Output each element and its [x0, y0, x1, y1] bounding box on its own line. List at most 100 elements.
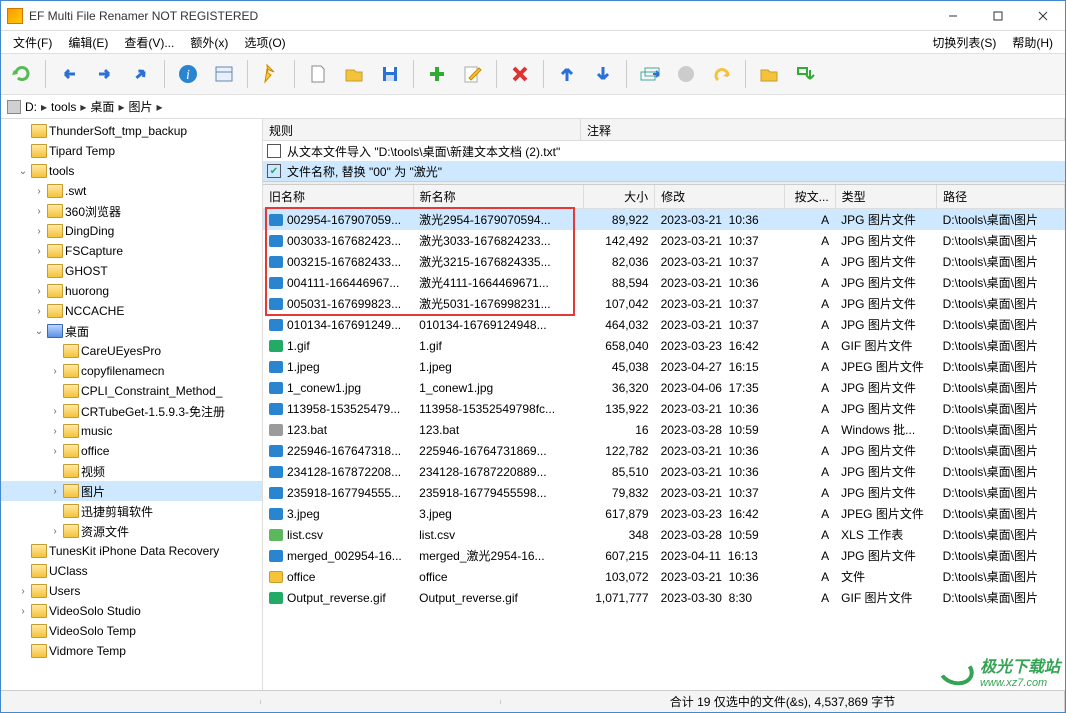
- tree-item[interactable]: Tipard Temp: [1, 141, 262, 161]
- table-row[interactable]: merged_002954-16...merged_激光2954-16...60…: [263, 545, 1065, 566]
- rule-row-2[interactable]: ✔ 文件名称, 替换 "00" 为 "激光": [263, 161, 1065, 181]
- nav-up-button[interactable]: [124, 57, 158, 91]
- col-path[interactable]: 路径: [937, 185, 1065, 209]
- tree-item[interactable]: ›copyfilenamecn: [1, 361, 262, 381]
- add-button[interactable]: [420, 57, 454, 91]
- table-row[interactable]: 113958-153525479...113958-15352549798fc.…: [263, 398, 1065, 419]
- disabled-button[interactable]: [669, 57, 703, 91]
- crumb-2[interactable]: 桌面: [90, 98, 114, 115]
- table-row[interactable]: 002954-167907059...激光2954-1679070594...8…: [263, 209, 1065, 231]
- table-row[interactable]: 004111-166446967...激光4111-1664469671...8…: [263, 272, 1065, 293]
- file-table[interactable]: 旧名称 新名称 大小 修改 按文... 类型 路径 002954-1679070…: [263, 185, 1065, 608]
- tree-item[interactable]: ›music: [1, 421, 262, 441]
- table-row[interactable]: 235918-167794555...235918-16779455598...…: [263, 482, 1065, 503]
- tree-item[interactable]: CPLI_Constraint_Method_: [1, 381, 262, 401]
- tree-item[interactable]: ›DingDing: [1, 221, 262, 241]
- nav-back-button[interactable]: [52, 57, 86, 91]
- expander-icon[interactable]: ›: [17, 586, 29, 597]
- move-down-button[interactable]: [586, 57, 620, 91]
- rules-col-note[interactable]: 注释: [581, 119, 1065, 140]
- menu-options[interactable]: 选项(O): [236, 32, 293, 53]
- rules-col-rule[interactable]: 规则: [263, 119, 581, 140]
- table-row[interactable]: 1.gif1.gif658,0402023-03-23 16:42AGIF 图片…: [263, 335, 1065, 356]
- tree-item[interactable]: ›office: [1, 441, 262, 461]
- batch-button[interactable]: [633, 57, 667, 91]
- table-row[interactable]: officeoffice103,0722023-03-21 10:36A文件D:…: [263, 566, 1065, 587]
- preview-button[interactable]: [207, 57, 241, 91]
- folder-button[interactable]: [752, 57, 786, 91]
- tree-item[interactable]: ›Users: [1, 581, 262, 601]
- tree-item[interactable]: ›huorong: [1, 281, 262, 301]
- tree-item[interactable]: ›CRTubeGet-1.5.9.3-免注册: [1, 401, 262, 421]
- tree-item[interactable]: ›VideoSolo Studio: [1, 601, 262, 621]
- expander-icon[interactable]: ›: [49, 366, 61, 377]
- tree-item[interactable]: GHOST: [1, 261, 262, 281]
- menu-file[interactable]: 文件(F): [5, 32, 60, 53]
- delete-button[interactable]: [503, 57, 537, 91]
- table-row[interactable]: list.csvlist.csv3482023-03-28 10:59AXLS …: [263, 524, 1065, 545]
- menu-edit[interactable]: 编辑(E): [60, 32, 116, 53]
- table-row[interactable]: 225946-167647318...225946-16764731869...…: [263, 440, 1065, 461]
- tree-item[interactable]: ThunderSoft_tmp_backup: [1, 121, 262, 141]
- table-row[interactable]: 003215-167682433...激光3215-1676824335...8…: [263, 251, 1065, 272]
- expander-icon[interactable]: ⌄: [17, 166, 29, 177]
- table-row[interactable]: 1_conew1.jpg1_conew1.jpg36,3202023-04-06…: [263, 377, 1065, 398]
- expander-icon[interactable]: ›: [49, 486, 61, 497]
- crumb-drive[interactable]: D:: [25, 100, 37, 114]
- tree-item[interactable]: CareUEyesPro: [1, 341, 262, 361]
- crumb-3[interactable]: 图片: [128, 98, 152, 115]
- col-type[interactable]: 类型: [835, 185, 936, 209]
- table-row[interactable]: 234128-167872208...234128-16787220889...…: [263, 461, 1065, 482]
- crumb-1[interactable]: tools: [51, 100, 76, 114]
- expander-icon[interactable]: ⌄: [33, 326, 45, 337]
- expander-icon[interactable]: ›: [33, 306, 45, 317]
- tree-item[interactable]: ⌄tools: [1, 161, 262, 181]
- tree-item[interactable]: ›360浏览器: [1, 201, 262, 221]
- tree-item[interactable]: ›资源文件: [1, 521, 262, 541]
- nav-forward-button[interactable]: [88, 57, 122, 91]
- tree-item[interactable]: ⌄桌面: [1, 321, 262, 341]
- tree-item[interactable]: UClass: [1, 561, 262, 581]
- menu-switchlist[interactable]: 切换列表(S): [924, 32, 1004, 53]
- table-row[interactable]: 123.bat123.bat162023-03-28 10:59AWindows…: [263, 419, 1065, 440]
- table-row[interactable]: Output_reverse.gifOutput_reverse.gif1,07…: [263, 587, 1065, 608]
- tree-item[interactable]: ›NCCACHE: [1, 301, 262, 321]
- open-button[interactable]: [337, 57, 371, 91]
- expander-icon[interactable]: ›: [33, 186, 45, 197]
- tree-item[interactable]: 视频: [1, 461, 262, 481]
- folder-tree[interactable]: ThunderSoft_tmp_backupTipard Temp⌄tools›…: [1, 119, 263, 690]
- tree-item[interactable]: 迅捷剪辑软件: [1, 501, 262, 521]
- menu-extra[interactable]: 额外(x): [182, 32, 236, 53]
- table-row[interactable]: 003033-167682423...激光3033-1676824233...1…: [263, 230, 1065, 251]
- col-attr[interactable]: 按文...: [784, 185, 835, 209]
- table-row[interactable]: 3.jpeg3.jpeg617,8792023-03-23 16:42AJPEG…: [263, 503, 1065, 524]
- rule-row-1[interactable]: 从文本文件导入 "D:\tools\桌面\新建文本文档 (2).txt": [263, 141, 1065, 161]
- menu-help[interactable]: 帮助(H): [1004, 32, 1061, 53]
- tree-item[interactable]: VideoSolo Temp: [1, 621, 262, 641]
- expander-icon[interactable]: ›: [33, 246, 45, 257]
- tree-item[interactable]: Vidmore Temp: [1, 641, 262, 661]
- col-mod[interactable]: 修改: [655, 185, 785, 209]
- expander-icon[interactable]: ›: [33, 226, 45, 237]
- table-row[interactable]: 010134-167691249...010134-16769124948...…: [263, 314, 1065, 335]
- table-row[interactable]: 1.jpeg1.jpeg45,0382023-04-27 16:15AJPEG …: [263, 356, 1065, 377]
- expander-icon[interactable]: ›: [33, 286, 45, 297]
- run-button[interactable]: [254, 57, 288, 91]
- maximize-button[interactable]: [975, 1, 1020, 31]
- close-button[interactable]: [1020, 1, 1065, 31]
- expander-icon[interactable]: ›: [33, 206, 45, 217]
- undo-button[interactable]: [705, 57, 739, 91]
- tree-item[interactable]: TunesKit iPhone Data Recovery: [1, 541, 262, 561]
- info-button[interactable]: i: [171, 57, 205, 91]
- new-doc-button[interactable]: [301, 57, 335, 91]
- export-button[interactable]: [788, 57, 822, 91]
- expander-icon[interactable]: ›: [49, 446, 61, 457]
- tree-item[interactable]: ›.swt: [1, 181, 262, 201]
- expander-icon[interactable]: ›: [49, 526, 61, 537]
- rule-1-checkbox[interactable]: [267, 144, 281, 158]
- col-old[interactable]: 旧名称: [263, 185, 413, 209]
- minimize-button[interactable]: [930, 1, 975, 31]
- pathbar[interactable]: D:▸ tools▸ 桌面▸ 图片▸: [1, 95, 1065, 119]
- save-button[interactable]: [373, 57, 407, 91]
- tree-item[interactable]: ›FSCapture: [1, 241, 262, 261]
